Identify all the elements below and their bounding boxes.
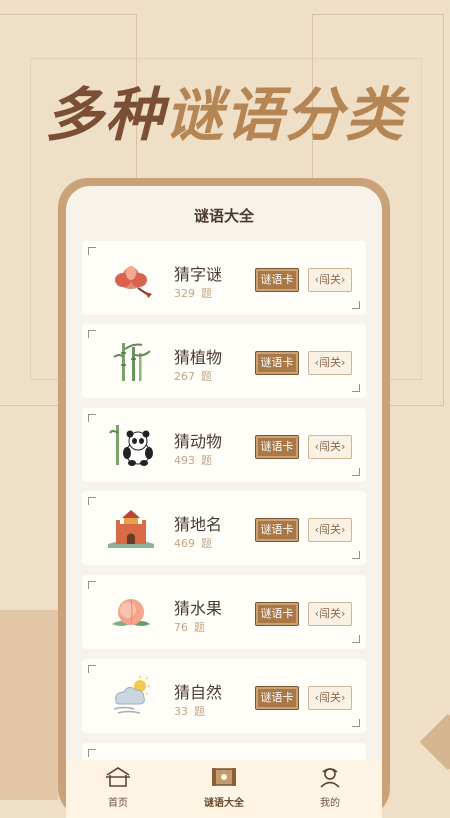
scroll-icon — [212, 768, 236, 786]
peach-icon — [112, 599, 150, 626]
challenge-button[interactable]: ‹闯关› — [308, 268, 352, 292]
banner-title-part2: 谜语分类 — [165, 81, 406, 149]
category-card-nature[interactable]: 猜自然 33 题 谜语卡 ‹闯关› — [82, 659, 366, 733]
riddle-card-button[interactable]: 谜语卡 — [255, 518, 299, 542]
profile-icon — [320, 768, 340, 788]
corner-decoration — [88, 247, 96, 255]
riddle-card-button[interactable]: 谜语卡 — [255, 268, 299, 292]
category-card-place[interactable]: 猜地名 469 题 谜语卡 ‹闯关› — [82, 491, 366, 565]
riddle-card-button[interactable]: 谜语卡 — [255, 602, 299, 626]
corner-decoration — [352, 719, 360, 727]
corner-decoration — [88, 749, 96, 757]
riddle-card-button[interactable]: 谜语卡 — [255, 435, 299, 459]
tab-home-label: 首页 — [108, 798, 128, 809]
screen-title: 谜语大全 — [193, 207, 254, 225]
corner-decoration — [352, 384, 360, 392]
challenge-button[interactable]: ‹闯关› — [308, 435, 352, 459]
tab-profile[interactable]: 我的 — [280, 760, 380, 810]
category-count: 76 题 — [174, 621, 205, 634]
bg-diamond-decoration — [419, 713, 450, 771]
panda-icon — [109, 425, 153, 466]
phone-frame: 谜语大全 猜字谜 329 题 谜语卡 ‹闯关› 猜植物 267 题 谜语卡 ‹闯… — [58, 178, 390, 818]
tab-riddles[interactable]: 谜语大全 — [174, 760, 274, 810]
great-wall-icon — [108, 510, 154, 548]
challenge-button[interactable]: ‹闯关› — [308, 602, 352, 626]
category-card-fruit[interactable]: 猜水果 76 题 谜语卡 ‹闯关› — [82, 575, 366, 649]
category-card-zimi[interactable]: 猜字谜 329 题 谜语卡 ‹闯关› — [82, 241, 366, 315]
phone-screen: 谜语大全 猜字谜 329 题 谜语卡 ‹闯关› 猜植物 267 题 谜语卡 ‹闯… — [66, 186, 382, 818]
corner-decoration — [352, 635, 360, 643]
riddle-card-button[interactable]: 谜语卡 — [255, 686, 299, 710]
banner-title: 多种谜语分类 — [0, 68, 450, 152]
category-name: 猜自然 — [174, 683, 223, 702]
category-name: 猜动物 — [174, 432, 223, 451]
corner-decoration — [88, 414, 96, 422]
category-count: 469 题 — [174, 537, 212, 550]
bamboo-icon — [113, 343, 151, 381]
category-name: 猜地名 — [174, 515, 223, 534]
challenge-button[interactable]: ‹闯关› — [308, 351, 352, 375]
corner-decoration — [88, 330, 96, 338]
category-count: 329 题 — [174, 287, 212, 300]
tab-home[interactable]: 首页 — [68, 760, 168, 810]
tab-riddles-label: 谜语大全 — [204, 798, 244, 809]
challenge-button[interactable]: ‹闯关› — [308, 686, 352, 710]
corner-decoration — [88, 665, 96, 673]
home-icon — [106, 767, 130, 787]
category-name: 猜水果 — [174, 599, 223, 618]
tab-profile-label: 我的 — [320, 798, 340, 809]
lotus-icon — [115, 266, 152, 298]
category-card-animal[interactable]: 猜动物 493 题 谜语卡 ‹闯关› — [82, 408, 366, 482]
category-name: 猜字谜 — [174, 265, 223, 284]
category-count: 493 题 — [174, 454, 212, 467]
riddle-card-button[interactable]: 谜语卡 — [255, 351, 299, 375]
corner-decoration — [88, 581, 96, 589]
corner-decoration — [352, 301, 360, 309]
category-card-plant[interactable]: 猜植物 267 题 谜语卡 ‹闯关› — [82, 324, 366, 398]
corner-decoration — [352, 468, 360, 476]
bottom-tab-bar: 首页 谜语大全 我的 — [66, 760, 382, 818]
challenge-button[interactable]: ‹闯关› — [308, 518, 352, 542]
weather-icon — [113, 676, 150, 714]
corner-decoration — [88, 497, 96, 505]
bg-roof-decoration — [0, 610, 58, 800]
category-count: 33 题 — [174, 705, 205, 718]
corner-decoration — [352, 551, 360, 559]
banner-title-part1: 多种 — [44, 81, 165, 149]
category-count: 267 题 — [174, 370, 212, 383]
category-name: 猜植物 — [174, 348, 223, 367]
